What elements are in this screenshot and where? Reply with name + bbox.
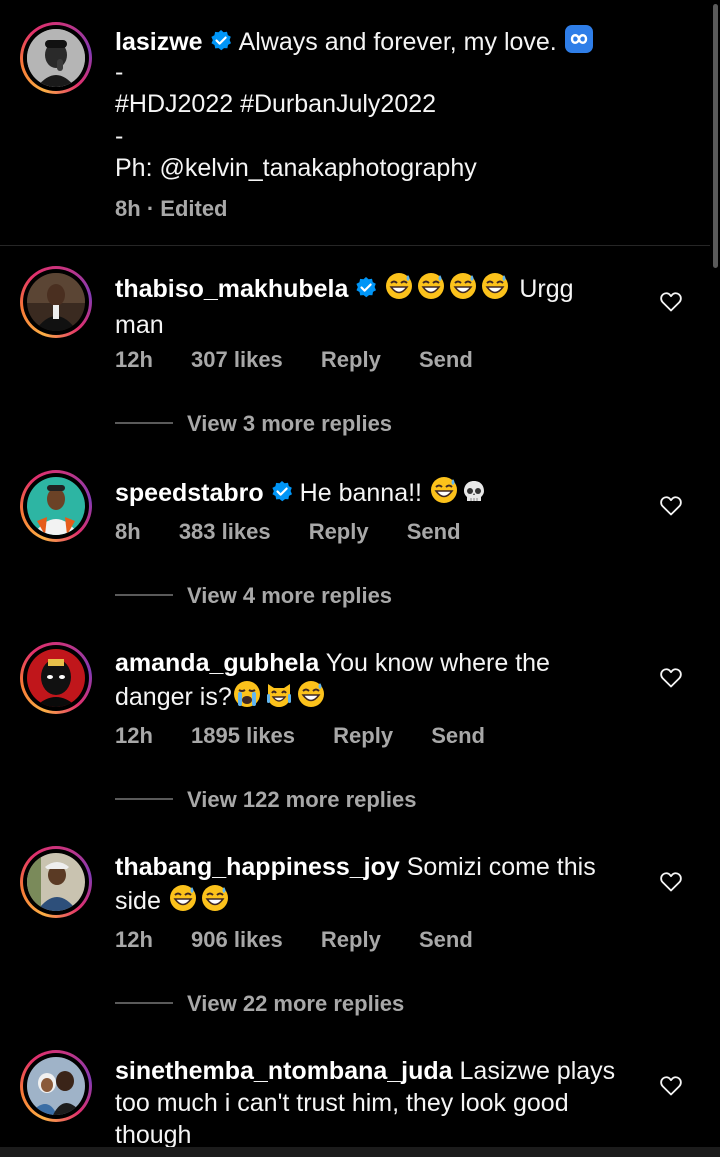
reply-button[interactable]: Reply xyxy=(321,347,381,373)
comment-meta: 8h 383 likes Reply Send xyxy=(115,519,493,545)
scrollbar-thumb[interactable] xyxy=(713,4,718,268)
comment-username[interactable]: speedstabro xyxy=(115,479,264,507)
grinning-sweat-emoji-icon xyxy=(168,883,198,921)
caption-hashtags[interactable]: #HDJ2022 #DurbanJuly2022 xyxy=(115,88,436,120)
comment-time: 12h xyxy=(115,927,153,952)
post-caption: lasizwe Always and forever, my love. - #… xyxy=(0,0,720,246)
comment-likes[interactable]: 383 likes xyxy=(179,519,271,545)
view-more-replies[interactable]: View 3 more replies xyxy=(115,411,392,437)
commenter-avatar[interactable] xyxy=(20,846,92,918)
replies-line xyxy=(115,594,173,596)
view-more-replies[interactable]: View 4 more replies xyxy=(115,583,392,609)
comment-time: 12h xyxy=(115,347,153,372)
cat-joy-emoji-icon xyxy=(264,679,294,717)
author-avatar-image xyxy=(27,29,85,87)
like-heart-icon[interactable] xyxy=(659,1074,683,1098)
caption-text: Always and forever, my love. xyxy=(238,28,557,56)
meta-dot: · xyxy=(146,196,155,221)
caption-edited-label: Edited xyxy=(160,196,228,221)
grinning-sweat-emoji-icon xyxy=(448,271,478,309)
comment-text: though xyxy=(115,1121,192,1149)
like-heart-icon[interactable] xyxy=(659,290,683,314)
reply-button[interactable]: Reply xyxy=(309,519,369,545)
author-username[interactable]: lasizwe xyxy=(115,28,203,56)
bottom-input-bar[interactable] xyxy=(0,1147,720,1157)
commenter-avatar-image xyxy=(27,649,85,707)
comment-meta: 12h 307 likes Reply Send xyxy=(115,347,505,373)
grinning-sweat-emoji-icon xyxy=(384,271,414,309)
like-heart-icon[interactable] xyxy=(659,494,683,518)
replies-line xyxy=(115,1002,173,1004)
comment-meta: 12h 1895 likes Reply Send xyxy=(115,723,517,749)
infinity-emoji-icon xyxy=(564,24,594,62)
comment-username[interactable]: sinethemba_ntombana_juda xyxy=(115,1057,453,1085)
commenter-avatar[interactable] xyxy=(20,642,92,714)
commenter-avatar-image xyxy=(27,853,85,911)
comment-text: too much i can't trust him, they look go… xyxy=(115,1089,569,1117)
commenter-avatar-image xyxy=(27,273,85,331)
comment-text: side xyxy=(115,887,161,915)
replies-line xyxy=(115,422,173,424)
send-button[interactable]: Send xyxy=(419,927,473,953)
caption-timestamp: 8h xyxy=(115,196,141,221)
crying-emoji-icon xyxy=(232,679,262,717)
reply-button[interactable]: Reply xyxy=(321,927,381,953)
skull-emoji-icon xyxy=(461,479,487,513)
verified-badge-icon xyxy=(270,480,294,512)
like-heart-icon[interactable] xyxy=(659,870,683,894)
grinning-sweat-emoji-icon xyxy=(296,679,326,717)
comment-likes[interactable]: 1895 likes xyxy=(191,723,295,749)
comment-text: danger is? xyxy=(115,683,232,711)
grinning-sweat-emoji-icon xyxy=(429,475,459,513)
comment-likes[interactable]: 906 likes xyxy=(191,927,283,953)
caption-separator: - xyxy=(115,122,124,150)
comment-text: Somizi come this xyxy=(406,853,596,881)
comment-likes[interactable]: 307 likes xyxy=(191,347,283,373)
caption-photo-credit[interactable]: Ph: @kelvin_tanakaphotography xyxy=(115,152,477,184)
commenter-avatar[interactable] xyxy=(20,470,92,542)
commenter-avatar[interactable] xyxy=(20,1050,92,1122)
view-replies-label: View 4 more replies xyxy=(187,583,393,608)
comment-time: 8h xyxy=(115,519,141,544)
comment-text: Urgg xyxy=(519,275,574,303)
view-replies-label: View 22 more replies xyxy=(187,991,405,1016)
send-button[interactable]: Send xyxy=(419,347,473,373)
view-replies-label: View 122 more replies xyxy=(187,787,417,812)
replies-line xyxy=(115,798,173,800)
grinning-sweat-emoji-icon xyxy=(416,271,446,309)
view-more-replies[interactable]: View 22 more replies xyxy=(115,991,404,1017)
commenter-avatar-image xyxy=(27,477,85,535)
author-avatar[interactable] xyxy=(20,22,92,94)
comment-username[interactable]: thabiso_makhubela xyxy=(115,275,348,303)
caption-meta: 8h · Edited xyxy=(115,196,228,222)
view-replies-label: View 3 more replies xyxy=(187,411,393,436)
verified-badge-icon xyxy=(209,29,233,61)
like-heart-icon[interactable] xyxy=(659,666,683,690)
comment-meta: 12h 906 likes Reply Send xyxy=(115,927,505,953)
caption-divider xyxy=(0,245,710,246)
comment-username[interactable]: thabang_happiness_joy xyxy=(115,853,400,881)
commenter-avatar[interactable] xyxy=(20,266,92,338)
comment-text: He banna!! xyxy=(299,479,422,507)
comment-username[interactable]: amanda_gubhela xyxy=(115,649,319,677)
comment-text: You know where the xyxy=(325,649,550,677)
reply-button[interactable]: Reply xyxy=(333,723,393,749)
comment-text: Lasizwe plays xyxy=(459,1057,616,1085)
commenter-avatar-image xyxy=(27,1057,85,1115)
verified-badge-icon xyxy=(354,276,378,308)
send-button[interactable]: Send xyxy=(407,519,461,545)
grinning-sweat-emoji-icon xyxy=(200,883,230,921)
view-more-replies[interactable]: View 122 more replies xyxy=(115,787,417,813)
comment-text: man xyxy=(115,311,164,339)
comment-time: 12h xyxy=(115,723,153,748)
grinning-sweat-emoji-icon xyxy=(480,271,510,309)
caption-separator: - xyxy=(115,58,124,86)
send-button[interactable]: Send xyxy=(431,723,485,749)
